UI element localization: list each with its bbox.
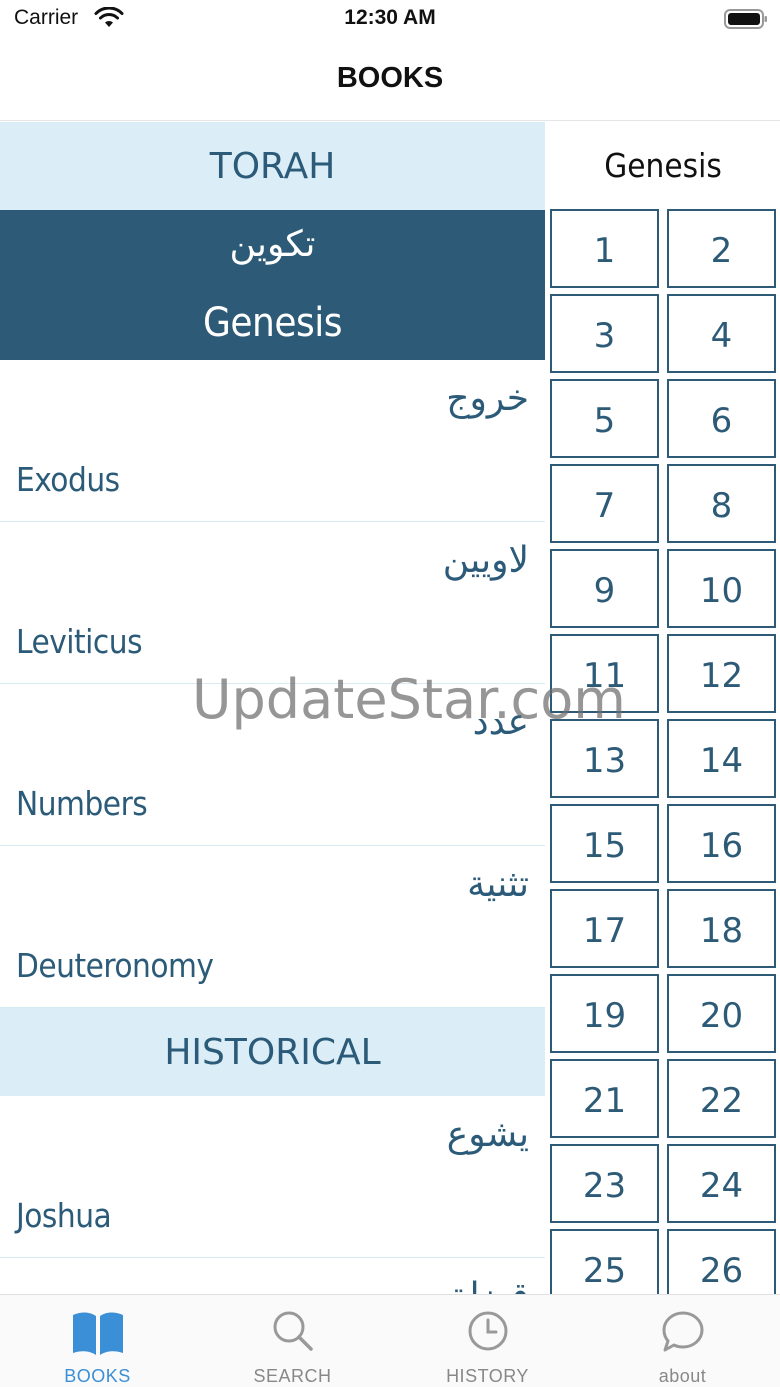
chapter-button[interactable]: 19 (550, 974, 659, 1053)
chapter-button[interactable]: 8 (667, 464, 776, 543)
chat-bubble-icon (662, 1311, 703, 1352)
book-english-name: Deuteronomy (16, 946, 214, 985)
chapter-button[interactable]: 2 (667, 209, 776, 288)
chapter-button[interactable]: 26 (667, 1229, 776, 1294)
tab-history[interactable]: HISTORY (390, 1295, 585, 1387)
chapter-button[interactable]: 9 (550, 549, 659, 628)
book-arabic-name: قضاة (451, 1276, 529, 1294)
chapter-button[interactable]: 14 (667, 719, 776, 798)
section-header-torah: TORAH (0, 122, 545, 210)
chapter-button[interactable]: 18 (667, 889, 776, 968)
navigation-bar: BOOKS (0, 40, 780, 121)
chapter-button[interactable]: 16 (667, 804, 776, 883)
chapter-button[interactable]: 21 (550, 1059, 659, 1138)
search-icon (273, 1311, 313, 1351)
book-item-genesis[interactable]: تكوين Genesis (0, 210, 545, 360)
book-arabic-name: تثنية (467, 864, 529, 905)
tab-books-label: BOOKS (64, 1366, 131, 1386)
tab-history-label: HISTORY (446, 1366, 529, 1386)
tab-about[interactable]: about (585, 1295, 780, 1387)
chapter-button[interactable]: 22 (667, 1059, 776, 1138)
chapter-button[interactable]: 20 (667, 974, 776, 1053)
chapter-button[interactable]: 4 (667, 294, 776, 373)
book-arabic-name: تكوين (229, 224, 316, 265)
book-english-name: Exodus (16, 460, 120, 499)
chapter-button[interactable]: 13 (550, 719, 659, 798)
tab-search-label: SEARCH (253, 1366, 332, 1386)
chapter-grid: 1 2 3 4 5 6 7 8 9 10 11 12 13 14 15 16 17 18 19 20 21 22 23 24 2… (550, 209, 776, 1294)
book-item-exodus[interactable]: خروج Exodus (0, 360, 545, 522)
chapter-button[interactable]: 7 (550, 464, 659, 543)
selected-book-title: Genesis (604, 145, 722, 185)
clock-icon (468, 1311, 507, 1351)
books-list[interactable]: TORAH تكوين Genesis خروج Exodus لاويين L… (0, 122, 545, 1294)
book-arabic-name: يشوع (446, 1114, 529, 1155)
chapter-button[interactable]: 25 (550, 1229, 659, 1294)
chapter-button[interactable]: 6 (667, 379, 776, 458)
book-item-joshua[interactable]: يشوع Joshua (0, 1096, 545, 1258)
battery-icon (724, 9, 767, 29)
book-english-name: Leviticus (16, 622, 143, 661)
chapter-button[interactable]: 23 (550, 1144, 659, 1223)
tab-search[interactable]: SEARCH (195, 1295, 390, 1387)
tab-bar: BOOKS SEARCH HISTORY about (0, 1294, 780, 1387)
book-item-deuteronomy[interactable]: تثنية Deuteronomy (0, 846, 545, 1008)
book-item-leviticus[interactable]: لاويين Leviticus (0, 522, 545, 684)
book-english-name: Joshua (16, 1196, 112, 1235)
page-title: BOOKS (336, 62, 444, 94)
chapter-button[interactable]: 10 (667, 549, 776, 628)
book-arabic-name: لاويين (442, 540, 529, 581)
chapter-button[interactable]: 17 (550, 889, 659, 968)
tab-about-label: about (658, 1366, 707, 1386)
book-arabic-name: خروج (446, 378, 529, 419)
book-item-judges[interactable]: قضاة (0, 1258, 545, 1294)
clock-time: 12:30 AM (344, 6, 436, 29)
book-icon (72, 1312, 123, 1355)
book-arabic-name: عدد (472, 702, 529, 743)
chapter-button[interactable]: 12 (667, 634, 776, 713)
chapter-button[interactable]: 5 (550, 379, 659, 458)
chapter-button[interactable]: 1 (550, 209, 659, 288)
section-header-historical: HISTORICAL (0, 1008, 545, 1096)
chapter-button[interactable]: 24 (667, 1144, 776, 1223)
book-english-name: Genesis (203, 300, 343, 346)
chapter-button[interactable]: 15 (550, 804, 659, 883)
chapter-button[interactable]: 11 (550, 634, 659, 713)
status-bar: Carrier 12:30 AM (0, 0, 780, 40)
chapters-panel[interactable]: Genesis 1 2 3 4 5 6 7 8 9 10 11 12 13 14 15 16 17 18 19 20 2… (546, 122, 780, 1294)
tab-books[interactable]: BOOKS (0, 1295, 195, 1387)
book-item-numbers[interactable]: عدد Numbers (0, 684, 545, 846)
chapter-button[interactable]: 3 (550, 294, 659, 373)
book-english-name: Numbers (16, 784, 148, 823)
